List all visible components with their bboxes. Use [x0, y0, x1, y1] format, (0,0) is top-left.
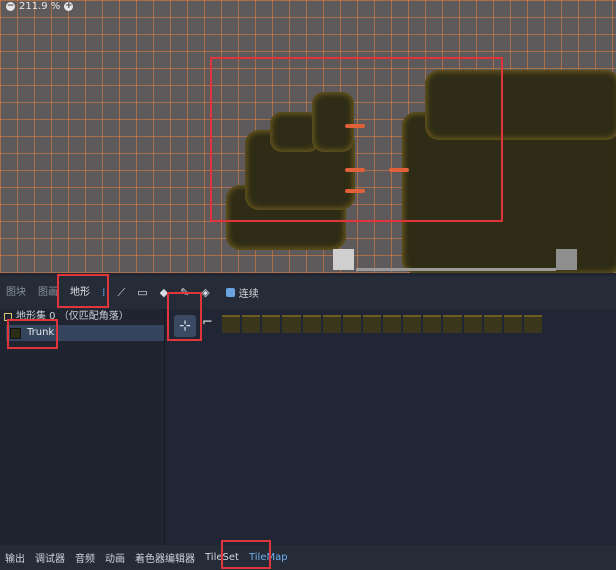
highlight-box: [57, 274, 109, 308]
bottom-panel-tabs: 输出 调试器 音频 动画 着色器编辑器 TileSet TileMap: [0, 545, 616, 570]
tile-strip[interactable]: [222, 315, 542, 333]
zoom-out-icon[interactable]: −: [6, 1, 15, 11]
tab-shader-editor[interactable]: 着色器编辑器: [130, 550, 200, 565]
zoom-in-icon[interactable]: +: [64, 1, 74, 11]
zoom-label[interactable]: 211.9 %: [19, 1, 60, 12]
highlight-box: [167, 292, 202, 341]
line-tool-icon[interactable]: ⟋: [118, 286, 126, 300]
eraser-tool-icon[interactable]: ◈: [201, 286, 209, 299]
tab-animation[interactable]: 动画: [100, 550, 130, 565]
tab-output[interactable]: 输出: [0, 550, 30, 565]
tab-audio[interactable]: 音频: [70, 550, 100, 565]
terrain-tiles-area: ⊹ ⌐: [168, 309, 616, 545]
tab-debugger[interactable]: 调试器: [30, 550, 70, 565]
path-mode-icon[interactable]: ⌐: [202, 315, 216, 335]
highlight-box: [7, 319, 58, 349]
tilemap-viewport[interactable]: − 211.9 % +: [0, 0, 616, 273]
floor-tile: [356, 268, 556, 271]
tab-tiles[interactable]: 图块: [0, 276, 32, 309]
rect-tool-icon[interactable]: ▭: [137, 286, 147, 299]
zoom-controls: − 211.9 % +: [6, 0, 74, 12]
highlight-box: [210, 57, 503, 222]
connect-label: 连续: [238, 289, 259, 300]
floor-tile: [333, 249, 354, 270]
floor-tile: [556, 249, 577, 270]
connect-checkbox[interactable]: [225, 288, 235, 297]
highlight-box: [221, 540, 271, 569]
